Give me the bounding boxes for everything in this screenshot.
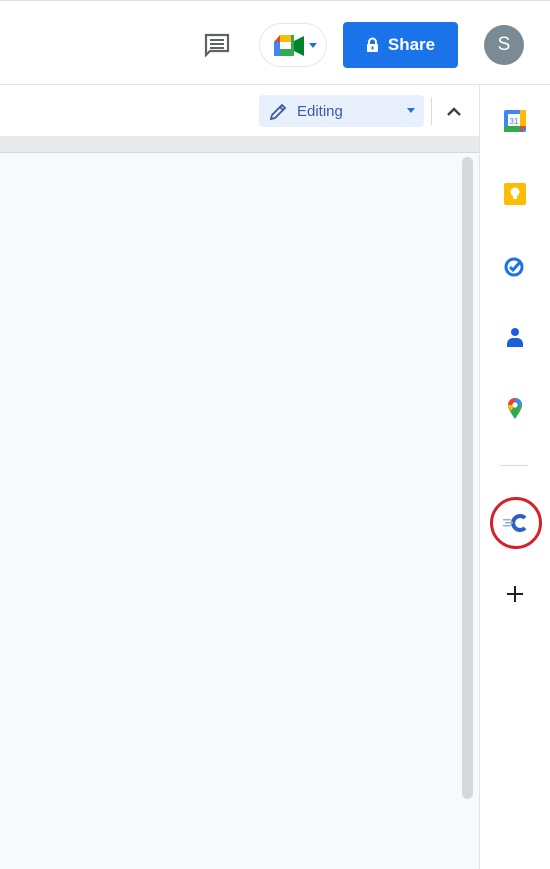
share-button[interactable]: Share <box>343 22 458 68</box>
plus-icon <box>507 586 523 602</box>
calendar-date: 31 <box>510 117 519 126</box>
side-panel-addon[interactable] <box>501 509 529 537</box>
side-panel-contacts[interactable] <box>501 323 529 351</box>
google-keep-icon <box>504 183 526 205</box>
account-avatar[interactable]: S <box>484 25 524 65</box>
editing-mode-dropdown[interactable]: Editing <box>259 95 424 127</box>
side-panel-get-addons[interactable] <box>501 580 529 608</box>
pencil-icon <box>269 103 287 121</box>
google-maps-icon <box>508 398 522 419</box>
side-panel-tasks[interactable] <box>501 252 529 280</box>
google-contacts-icon <box>507 328 523 347</box>
top-bar: Share S <box>0 0 550 85</box>
comment-icon <box>204 33 230 58</box>
google-meet-icon <box>274 35 304 56</box>
document-canvas[interactable] <box>0 153 479 869</box>
hide-menus-button[interactable] <box>440 100 468 124</box>
side-panel-keep[interactable] <box>501 180 529 208</box>
chevron-up-icon <box>447 107 461 116</box>
google-tasks-icon <box>504 257 524 277</box>
editing-dropdown-caret-icon <box>407 108 415 113</box>
addon-c-icon <box>503 514 527 532</box>
lock-icon <box>366 37 378 52</box>
share-label: Share <box>387 35 436 54</box>
meet-button[interactable] <box>259 23 327 67</box>
ruler-bar <box>0 136 479 153</box>
side-panel-calendar[interactable]: 31 <box>501 107 529 135</box>
comment-history-button[interactable] <box>203 31 231 59</box>
google-calendar-icon: 31 <box>504 110 526 132</box>
toolbar-divider <box>431 97 432 125</box>
editing-mode-label: Editing <box>297 103 343 120</box>
side-panel-divider <box>500 465 528 466</box>
vertical-scrollbar[interactable] <box>462 157 473 799</box>
meet-dropdown-caret-icon <box>309 43 317 48</box>
side-panel-maps[interactable] <box>501 394 529 422</box>
avatar-initial: S <box>497 34 511 55</box>
